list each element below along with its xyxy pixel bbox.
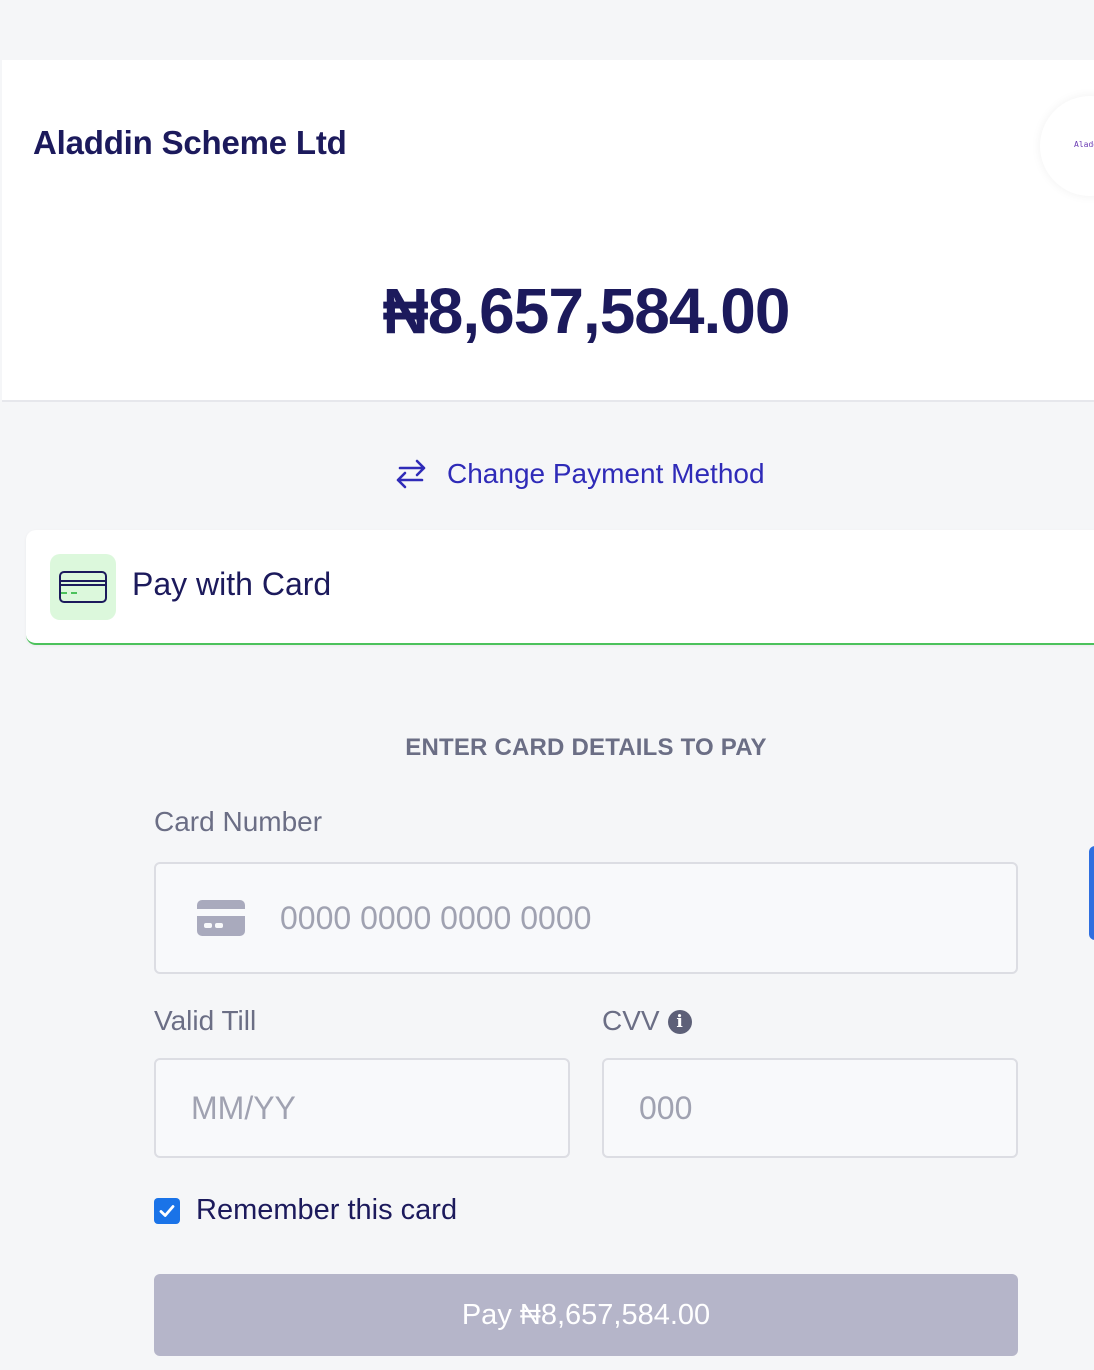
merchant-logo-text: Aladd <box>1074 140 1094 149</box>
credit-card-icon-badge <box>50 554 116 620</box>
pay-with-card-label: Pay with Card <box>132 566 332 602</box>
cvv-field[interactable] <box>602 1058 1018 1158</box>
credit-card-icon <box>59 571 107 603</box>
merchant-header <box>2 60 1094 402</box>
pay-with-card-option[interactable]: Pay with Card <box>26 530 1094 645</box>
cvv-input[interactable] <box>637 1088 1016 1128</box>
cvv-label: CVV <box>602 1005 660 1036</box>
change-payment-method-link[interactable]: Change Payment Method <box>392 452 765 496</box>
swap-arrows-icon <box>396 459 426 489</box>
remember-card-label: Remember this card <box>196 1194 458 1226</box>
pay-button[interactable]: Pay ₦8,657,584.00 <box>154 1274 1018 1356</box>
payment-amount: ₦8,657,584.00 <box>382 275 791 347</box>
merchant-name: Aladdin Scheme Ltd <box>33 124 347 161</box>
cvv-label-group: CVV i <box>602 1005 692 1037</box>
side-feedback-tab[interactable] <box>1089 846 1094 940</box>
remember-card-checkbox[interactable] <box>154 1197 180 1224</box>
form-title: ENTER CARD DETAILS TO PAY <box>405 734 767 761</box>
valid-till-input[interactable] <box>189 1088 568 1128</box>
change-payment-method-label: Change Payment Method <box>447 458 765 489</box>
info-icon[interactable]: i <box>667 1010 692 1034</box>
valid-till-label: Valid Till <box>154 1005 257 1036</box>
card-number-field[interactable] <box>154 862 1018 974</box>
card-field-icon <box>197 900 245 936</box>
checkmark-icon <box>159 1204 175 1217</box>
remember-card-option[interactable]: Remember this card <box>154 1194 457 1227</box>
card-number-label: Card Number <box>154 806 323 837</box>
valid-till-field[interactable] <box>154 1058 570 1158</box>
card-number-input[interactable] <box>278 898 1016 938</box>
